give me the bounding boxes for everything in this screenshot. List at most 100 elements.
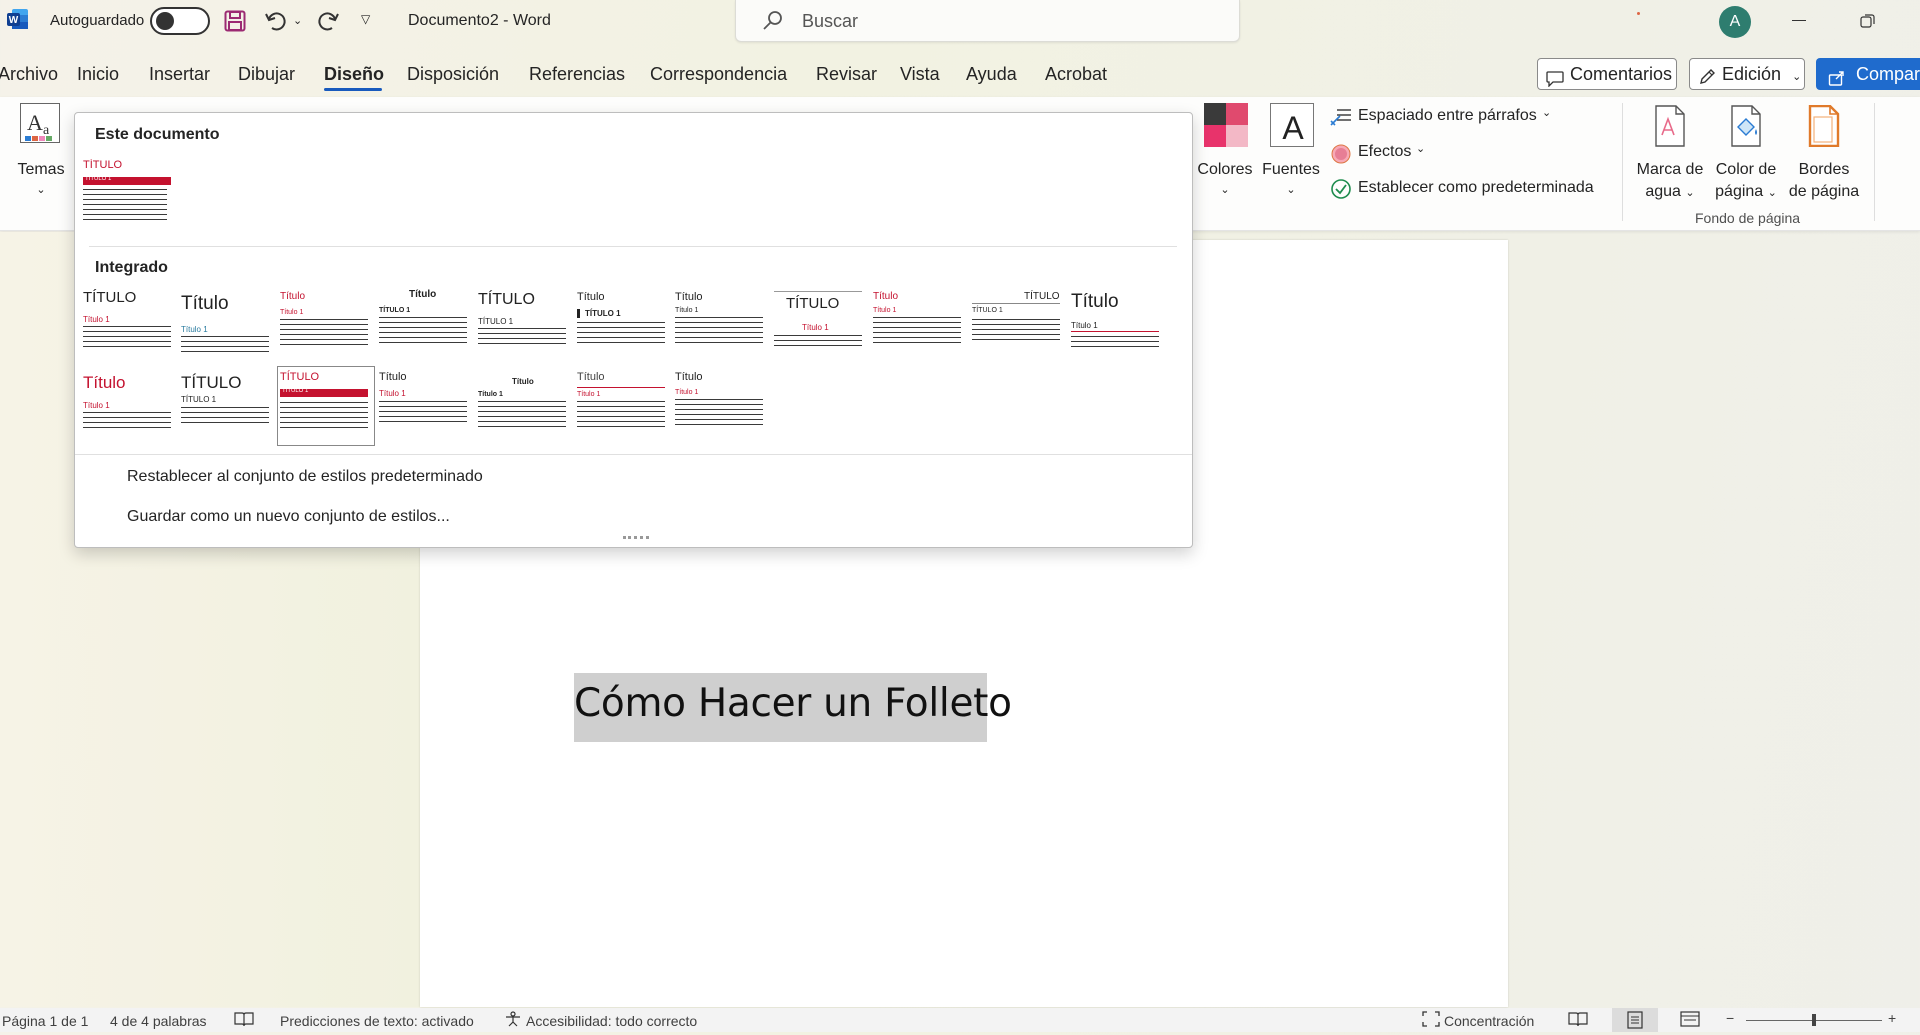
fonts-button[interactable]: A Fuentes ⌄ [1258, 103, 1324, 203]
thumb-title: Título [675, 371, 703, 383]
style-thumbnail[interactable]: Título Título 1 [1071, 289, 1163, 363]
proofing-icon[interactable] [234, 1011, 254, 1030]
tab-correspondencia[interactable]: Correspondencia [650, 64, 787, 85]
thumb-text-line [1071, 336, 1159, 337]
share-button[interactable]: Comparti [1816, 58, 1920, 90]
style-thumbnail[interactable]: TÍTULO TÍTULO 1 [478, 289, 570, 363]
zoom-slider[interactable] [1746, 1014, 1882, 1026]
style-thumbnail[interactable]: Título Título 1 [873, 289, 965, 363]
page-color-label-row: página ⌄ [1706, 181, 1786, 204]
style-thumbnail[interactable]: Título Título 1 [379, 369, 471, 443]
reset-style-set-item[interactable]: Restablecer al conjunto de estilos prede… [127, 468, 483, 486]
set-default-button[interactable]: Establecer como predeterminada [1330, 177, 1610, 201]
page-borders-button[interactable]: Bordes de página [1784, 103, 1864, 203]
style-thumbnail[interactable]: Título TÍTULO 1 [577, 289, 669, 363]
thumb-heading: Título 1 [675, 389, 699, 396]
style-thumbnail[interactable]: Título Título 1 [675, 289, 767, 363]
style-thumbnail[interactable]: Título Título 1 [478, 369, 570, 443]
toggle-knob [156, 12, 174, 30]
undo-dropdown-icon[interactable]: ⌄ [293, 14, 302, 27]
thumb-text-line [280, 417, 368, 418]
thumb-text-line [379, 317, 467, 318]
page-color-icon [1730, 105, 1764, 147]
thumb-text-line [577, 406, 665, 407]
tab-insertar[interactable]: Insertar [149, 64, 210, 85]
save-icon[interactable] [224, 10, 246, 32]
set-default-label: Establecer como predeterminada [1358, 179, 1594, 196]
themes-button[interactable]: Aa Temas ⌄ [10, 103, 72, 203]
thumb-heading: Título 1 [280, 309, 304, 316]
edit-mode-button[interactable]: Edición ⌄ [1689, 58, 1805, 90]
thumb-text-line [972, 324, 1060, 325]
autosave-toggle[interactable] [150, 7, 210, 35]
tab-disposicion[interactable]: Disposición [407, 64, 499, 85]
style-thumbnail-selected[interactable]: TÍTULO TÍTULO 1 [277, 366, 375, 446]
style-thumbnail[interactable]: Título Título 1 [675, 369, 767, 443]
word-count[interactable]: 4 de 4 palabras [110, 1013, 207, 1029]
zoom-slider-thumb[interactable] [1812, 1014, 1816, 1026]
thumb-text-line [83, 189, 167, 190]
thumb-text-line [478, 421, 566, 422]
avatar[interactable]: A [1719, 6, 1751, 38]
thumb-text-line [379, 327, 467, 328]
thumb-text-line [83, 427, 171, 428]
thumb-text-line [577, 337, 665, 338]
print-layout-icon[interactable] [1612, 1008, 1658, 1032]
watermark-label-2: agua [1645, 183, 1681, 200]
tab-referencias[interactable]: Referencias [529, 64, 625, 85]
resize-grip[interactable] [623, 536, 649, 540]
tab-inicio[interactable]: Inicio [77, 64, 119, 85]
thumb-text-line [379, 416, 467, 417]
tab-ayuda[interactable]: Ayuda [966, 64, 1017, 85]
tab-acrobat[interactable]: Acrobat [1045, 64, 1107, 85]
thumb-rule [972, 303, 1060, 304]
page-color-button[interactable]: Color de página ⌄ [1706, 103, 1786, 203]
text-predictions[interactable]: Predicciones de texto: activado [280, 1013, 474, 1029]
redo-icon[interactable] [316, 9, 340, 33]
style-thumbnail[interactable]: Título Título 1 [181, 289, 273, 363]
web-layout-icon[interactable] [1680, 1011, 1700, 1030]
style-thumbnail-current[interactable]: TÍTULO TÍTULO 1 [83, 159, 175, 229]
thumb-text-line [972, 319, 1060, 320]
thumb-rule [774, 291, 862, 292]
watermark-button[interactable]: Marca de agua ⌄ [1630, 103, 1710, 203]
style-thumbnail[interactable]: TÍTULO Título 1 [83, 289, 175, 363]
read-mode-icon[interactable] [1568, 1011, 1588, 1030]
thumb-text-line [280, 344, 368, 345]
active-tab-indicator [324, 88, 382, 91]
tab-archivo[interactable]: Archivo [0, 64, 58, 85]
thumb-rule [1071, 331, 1159, 332]
style-thumbnail[interactable]: Título Título 1 [83, 369, 175, 443]
thumb-heading: TÍTULO 1 [585, 309, 621, 318]
style-thumbnail[interactable]: Título Título 1 [280, 289, 372, 363]
thumb-text-line [181, 336, 269, 337]
accessibility-status[interactable]: Accesibilidad: todo correcto [526, 1013, 697, 1029]
undo-icon[interactable] [264, 9, 288, 33]
zoom-out-icon[interactable]: − [1726, 1010, 1734, 1026]
document-heading[interactable]: Cómo Hacer un Folleto [574, 673, 1012, 742]
save-style-set-item[interactable]: Guardar como un nuevo conjunto de estilo… [127, 508, 450, 526]
tab-dibujar[interactable]: Dibujar [238, 64, 295, 85]
page-count[interactable]: Página 1 de 1 [2, 1013, 88, 1029]
tab-diseno[interactable]: Diseño [324, 64, 384, 85]
restore-icon[interactable] [1860, 13, 1876, 29]
thumb-title: Título [873, 291, 899, 302]
zoom-in-icon[interactable]: + [1888, 1010, 1896, 1026]
focus-mode[interactable]: Concentración [1444, 1013, 1534, 1029]
style-thumbnail[interactable]: TÍTULO TÍTULO 1 [972, 289, 1064, 363]
thumb-title: Título [577, 371, 605, 383]
tab-revisar[interactable]: Revisar [816, 64, 877, 85]
effects-button[interactable]: Efectos ⌄ [1330, 141, 1450, 165]
style-thumbnail[interactable]: TÍTULO Título 1 [774, 289, 866, 363]
style-thumbnail[interactable]: Título TÍTULO 1 [379, 289, 471, 363]
colors-button[interactable]: Colores ⌄ [1192, 103, 1258, 203]
style-thumbnail[interactable]: Título Título 1 [577, 369, 669, 443]
comments-button[interactable]: Comentarios [1537, 58, 1677, 90]
minimize-icon[interactable] [1792, 20, 1806, 21]
customize-toolbar-icon[interactable]: ▽ [361, 12, 370, 26]
tab-vista[interactable]: Vista [900, 64, 940, 85]
ribbon-separator [1874, 103, 1875, 221]
style-thumbnail[interactable]: TÍTULO TÍTULO 1 [181, 369, 273, 443]
search-box[interactable]: Buscar [735, 0, 1240, 42]
paragraph-spacing-button[interactable]: Espaciado entre párrafos ⌄ [1330, 105, 1590, 129]
